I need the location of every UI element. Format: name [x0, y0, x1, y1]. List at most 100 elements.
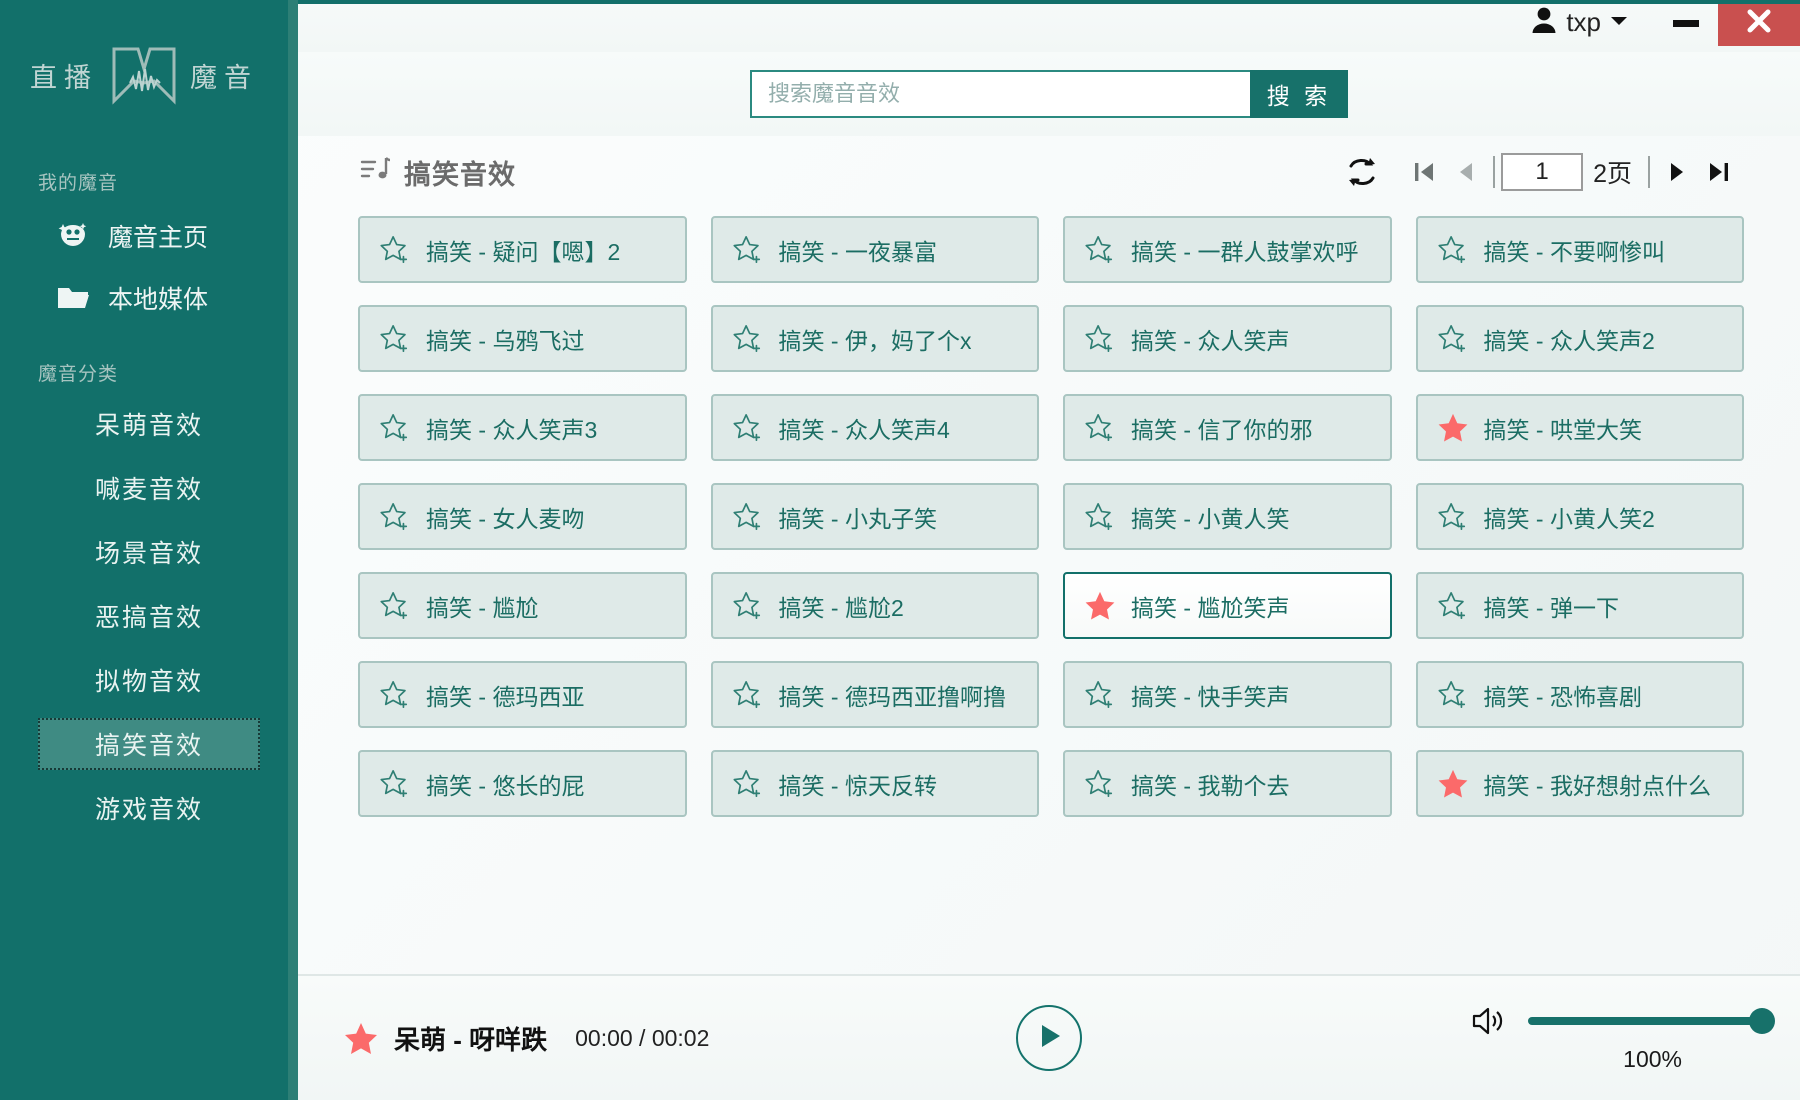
star-add-icon[interactable]: [1438, 235, 1468, 265]
star-filled-icon[interactable]: [1438, 413, 1468, 443]
prev-page-button[interactable]: [1445, 151, 1487, 193]
sound-card[interactable]: 搞笑 - 不要啊惨叫: [1416, 216, 1745, 283]
sidebar-category-gaoxiao[interactable]: 搞笑音效: [38, 718, 260, 770]
user-menu[interactable]: txp: [1531, 6, 1628, 39]
star-add-icon[interactable]: [380, 235, 410, 265]
star-add-icon[interactable]: [380, 591, 410, 621]
star-add-icon[interactable]: [733, 235, 763, 265]
sound-card[interactable]: 搞笑 - 众人笑声2: [1416, 305, 1745, 372]
sidebar-section-my: 我的魔音: [0, 168, 298, 195]
sound-card-label: 搞笑 - 一群人鼓掌欢呼: [1131, 233, 1358, 267]
sound-card[interactable]: 搞笑 - 小丸子笑: [711, 483, 1040, 550]
star-add-icon[interactable]: [1438, 502, 1468, 532]
sound-card[interactable]: 搞笑 - 女人麦吻: [358, 483, 687, 550]
star-add-icon[interactable]: [733, 591, 763, 621]
chevron-down-icon[interactable]: [1610, 14, 1628, 32]
sound-card[interactable]: 搞笑 - 一夜暴富: [711, 216, 1040, 283]
star-add-icon[interactable]: [380, 769, 410, 799]
star-add-icon[interactable]: [1438, 324, 1468, 354]
sound-card[interactable]: 搞笑 - 哄堂大笑: [1416, 394, 1745, 461]
sound-card[interactable]: 搞笑 - 惊天反转: [711, 750, 1040, 817]
volume-icon[interactable]: [1470, 1004, 1508, 1038]
sound-card[interactable]: 搞笑 - 尴尬笑声: [1063, 572, 1392, 639]
star-add-icon[interactable]: [1085, 413, 1115, 443]
playlist-music-icon: [360, 155, 390, 190]
sound-card[interactable]: 搞笑 - 众人笑声: [1063, 305, 1392, 372]
sound-card-label: 搞笑 - 众人笑声2: [1484, 322, 1655, 356]
next-page-button[interactable]: [1656, 151, 1698, 193]
sidebar: 直播 魔音 我的魔音 魔音主页: [0, 0, 298, 1100]
sound-card-label: 搞笑 - 尴尬笑声: [1131, 589, 1289, 623]
sidebar-category-niwu[interactable]: 拟物音效: [24, 654, 274, 706]
star-add-icon[interactable]: [1438, 680, 1468, 710]
sound-card-label: 搞笑 - 我勒个去: [1131, 767, 1289, 801]
refresh-icon[interactable]: [1345, 156, 1379, 188]
sound-card[interactable]: 搞笑 - 悠长的屁: [358, 750, 687, 817]
star-add-icon[interactable]: [1085, 680, 1115, 710]
star-filled-icon[interactable]: [1438, 769, 1468, 799]
sound-card[interactable]: 搞笑 - 乌鸦飞过: [358, 305, 687, 372]
star-add-icon[interactable]: [1085, 502, 1115, 532]
play-button[interactable]: [1016, 1005, 1082, 1071]
star-add-icon[interactable]: [1438, 591, 1468, 621]
page-title: 搞笑音效: [404, 153, 516, 192]
pagination-divider-left: [1493, 156, 1495, 188]
sound-card[interactable]: 搞笑 - 众人笑声3: [358, 394, 687, 461]
star-filled-icon[interactable]: [1085, 591, 1115, 621]
sidebar-category-egao[interactable]: 恶搞音效: [24, 590, 274, 642]
star-add-icon[interactable]: [733, 680, 763, 710]
sound-card[interactable]: 搞笑 - 众人笑声4: [711, 394, 1040, 461]
search-button[interactable]: 搜 索: [1250, 70, 1348, 118]
close-button[interactable]: [1718, 0, 1800, 46]
volume-slider[interactable]: [1528, 1017, 1766, 1025]
sound-card[interactable]: 搞笑 - 小黄人笑2: [1416, 483, 1745, 550]
sound-card[interactable]: 搞笑 - 一群人鼓掌欢呼: [1063, 216, 1392, 283]
volume-slider-knob[interactable]: [1749, 1008, 1775, 1034]
sidebar-item-local-media[interactable]: 本地媒体: [0, 267, 298, 329]
sidebar-edge-strip: [288, 0, 298, 1100]
sound-card[interactable]: 搞笑 - 恐怖喜剧: [1416, 661, 1745, 728]
sidebar-item-home-label: 魔音主页: [108, 218, 208, 254]
star-filled-icon[interactable]: [344, 1021, 378, 1055]
sound-card[interactable]: 搞笑 - 小黄人笑: [1063, 483, 1392, 550]
sidebar-category-daimeng[interactable]: 呆萌音效: [24, 398, 274, 450]
sound-card[interactable]: 搞笑 - 伊，妈了个x: [711, 305, 1040, 372]
minimize-icon: [1673, 20, 1699, 27]
search-input[interactable]: [750, 70, 1250, 118]
sound-card[interactable]: 搞笑 - 疑问【嗯】2: [358, 216, 687, 283]
sound-card[interactable]: 搞笑 - 信了你的邪: [1063, 394, 1392, 461]
sound-card[interactable]: 搞笑 - 我勒个去: [1063, 750, 1392, 817]
close-icon: [1745, 7, 1773, 40]
star-add-icon[interactable]: [1085, 769, 1115, 799]
star-add-icon[interactable]: [380, 502, 410, 532]
last-page-button[interactable]: [1698, 151, 1740, 193]
titlebar-accent-line: [298, 0, 1800, 4]
star-add-icon[interactable]: [1085, 235, 1115, 265]
first-page-button[interactable]: [1403, 151, 1445, 193]
sidebar-category-youxi[interactable]: 游戏音效: [24, 782, 274, 834]
minimize-button[interactable]: [1654, 0, 1718, 46]
sound-card[interactable]: 搞笑 - 我好想射点什么: [1416, 750, 1745, 817]
star-add-icon[interactable]: [733, 769, 763, 799]
sound-card[interactable]: 搞笑 - 德玛西亚: [358, 661, 687, 728]
sound-card[interactable]: 搞笑 - 德玛西亚撸啊撸: [711, 661, 1040, 728]
page-total-label: 2页: [1593, 154, 1632, 190]
page-number-input[interactable]: [1501, 153, 1583, 191]
content-title-group: 搞笑音效: [360, 153, 516, 192]
star-add-icon[interactable]: [733, 324, 763, 354]
star-add-icon[interactable]: [733, 413, 763, 443]
star-add-icon[interactable]: [380, 680, 410, 710]
sidebar-category-changjing[interactable]: 场景音效: [24, 526, 274, 578]
sound-card[interactable]: 搞笑 - 弹一下: [1416, 572, 1745, 639]
sound-card[interactable]: 搞笑 - 快手笑声: [1063, 661, 1392, 728]
star-add-icon[interactable]: [1085, 324, 1115, 354]
sound-card[interactable]: 搞笑 - 尴尬2: [711, 572, 1040, 639]
star-add-icon[interactable]: [380, 324, 410, 354]
sound-card[interactable]: 搞笑 - 尴尬: [358, 572, 687, 639]
sidebar-item-home[interactable]: 魔音主页: [0, 205, 298, 267]
sidebar-category-hanmai[interactable]: 喊麦音效: [24, 462, 274, 514]
star-add-icon[interactable]: [380, 413, 410, 443]
logo-left-text: 直播: [30, 56, 98, 95]
star-add-icon[interactable]: [733, 502, 763, 532]
user-name-label: txp: [1566, 7, 1601, 38]
